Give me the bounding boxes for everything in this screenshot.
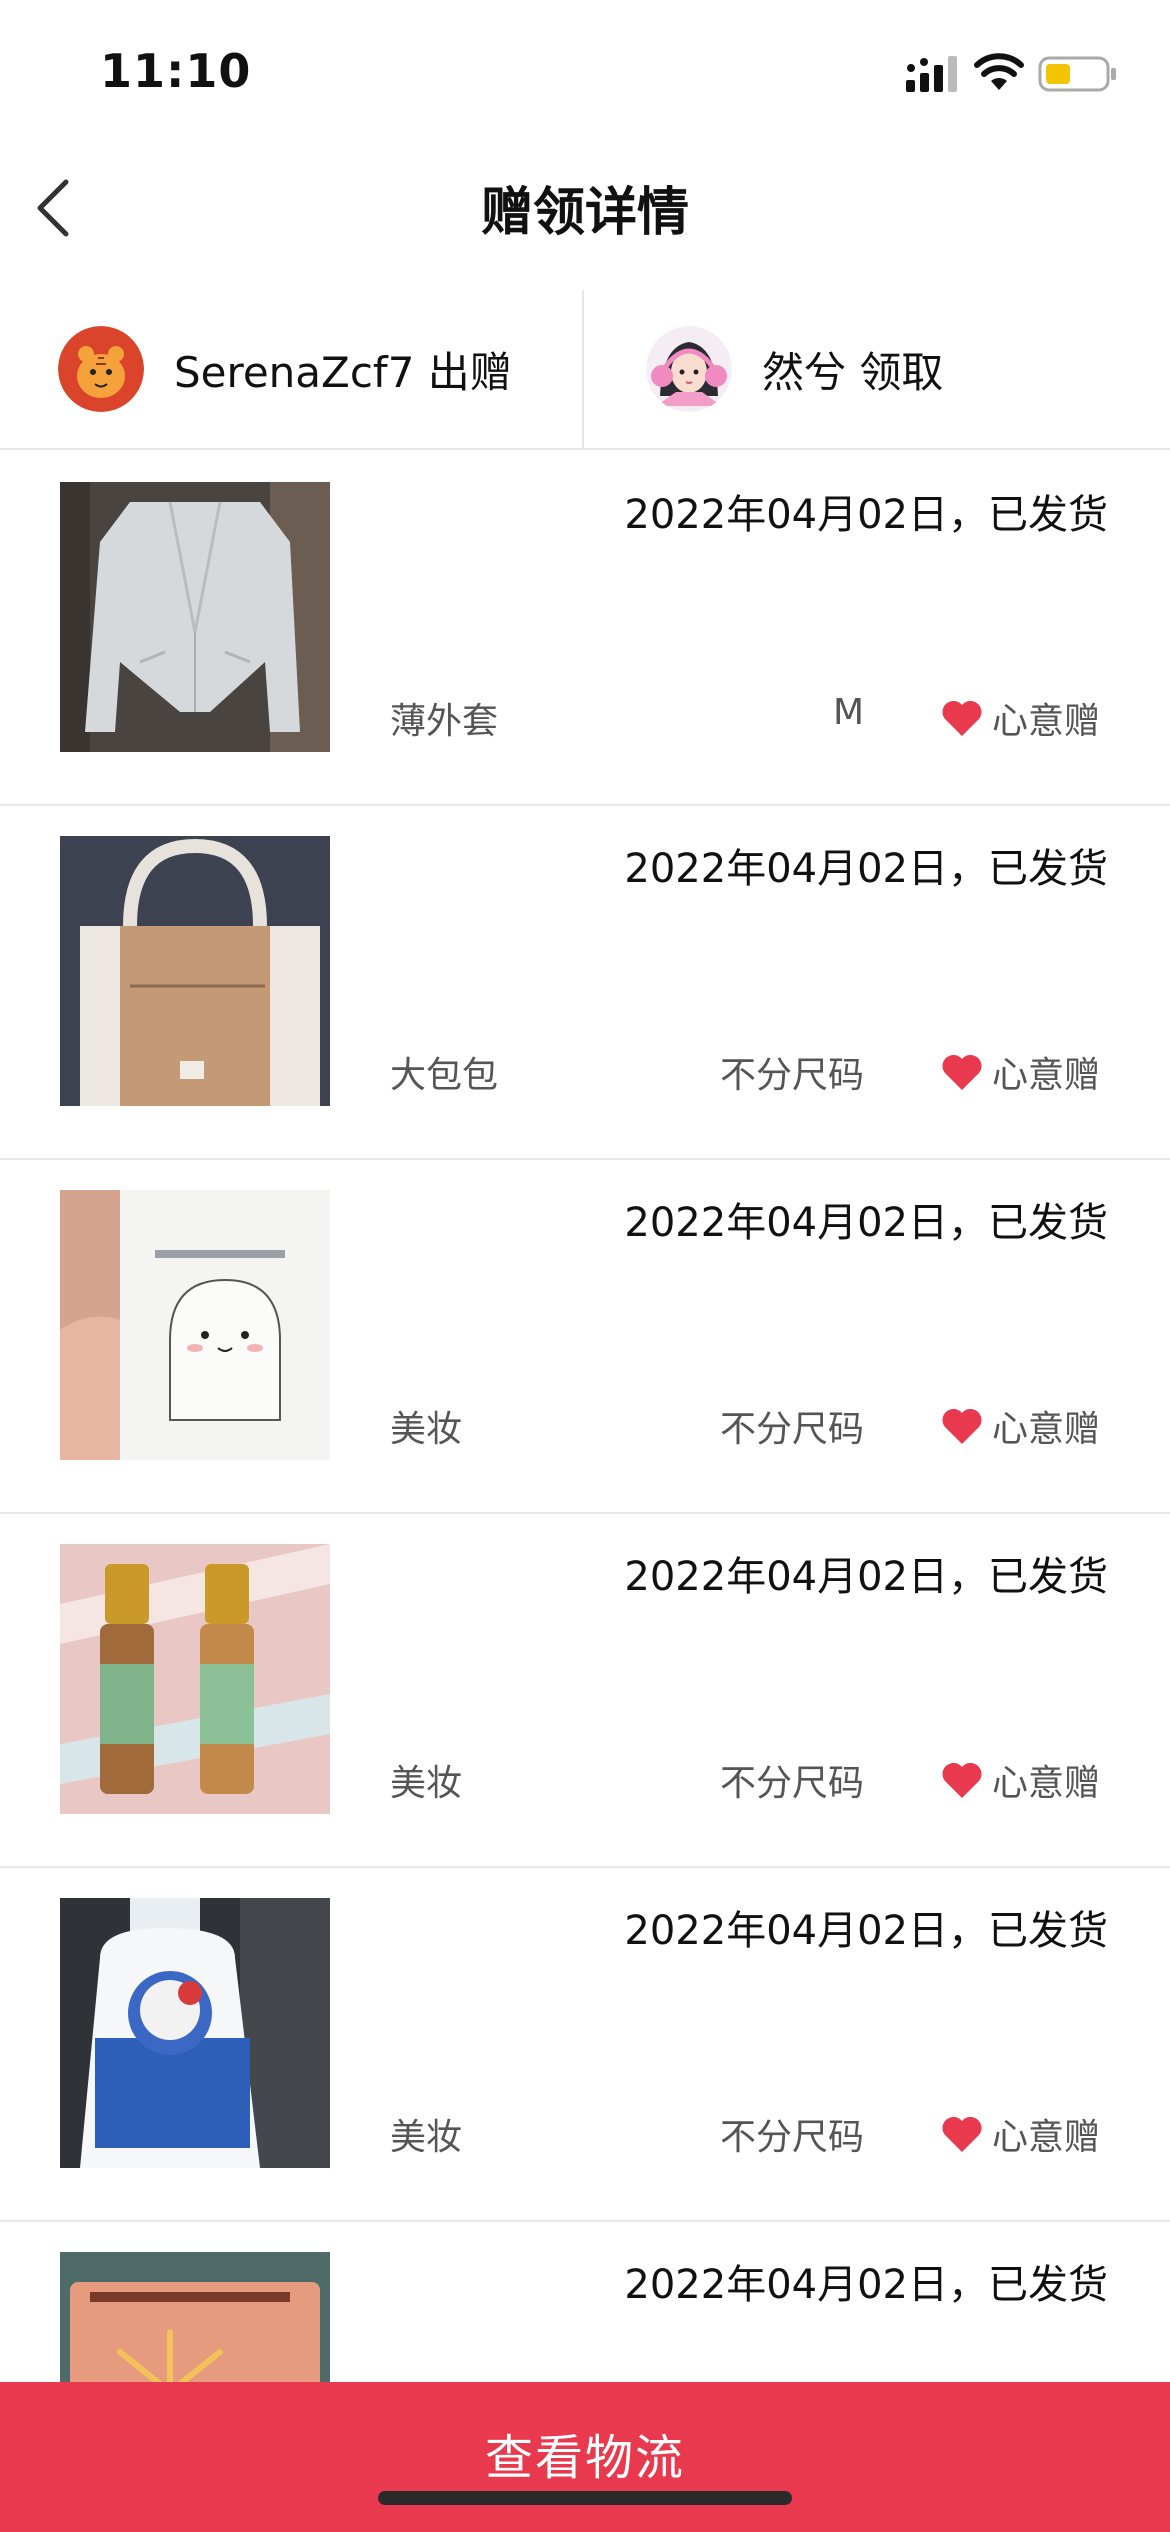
receiver-cell[interactable]: 然兮 领取 [586, 290, 1170, 448]
item-size: 不分尺码 [719, 1763, 864, 1804]
status-time: 11:10 [100, 44, 252, 98]
heart-icon [942, 1408, 982, 1444]
gift-item-list: 2022年04月02日，已发货 薄外套 M 心意赠 2022年04月02日，已发… [0, 452, 1170, 2532]
item-ship-date: 2022年04月02日，已发货 [624, 1554, 1108, 1600]
navigation-bar: 赠领详情 [0, 150, 1170, 290]
item-photo-makeup-wipe[interactable] [60, 1190, 330, 1460]
heart-icon [942, 700, 982, 736]
item-gift-tag: 心意赠 [940, 1046, 1100, 1098]
heart-icon [942, 2116, 982, 2152]
item-gift-tag: 心意赠 [940, 692, 1100, 744]
view-logistics-label: 查看物流 [484, 2430, 685, 2486]
gift-item-row[interactable]: 2022年04月02日，已发货 美妆 不分尺码 心意赠 [0, 1868, 1170, 2222]
gift-item-row[interactable]: 2022年04月02日，已发货 美妆 不分尺码 心意赠 [0, 1514, 1170, 1868]
gift-item-row[interactable]: 2022年04月02日，已发货 薄外套 M 心意赠 [0, 452, 1170, 806]
battery-icon [1038, 56, 1116, 92]
item-gift-tag: 心意赠 [940, 2108, 1100, 2160]
item-name: 美妆 [390, 1409, 463, 1450]
item-ship-date: 2022年04月02日，已发货 [624, 492, 1108, 538]
giver-cell[interactable]: SerenaZcf7 出赠 [0, 290, 584, 448]
item-tag-label: 心意赠 [991, 1409, 1100, 1450]
item-tag-label: 心意赠 [991, 701, 1100, 742]
status-bar: 11:10 [0, 0, 1170, 150]
item-gift-tag: 心意赠 [940, 1400, 1100, 1452]
gift-item-row[interactable]: 2022年04月02日，已发货 大包包 不分尺码 心意赠 [0, 806, 1170, 1160]
item-size: 不分尺码 [719, 2117, 864, 2158]
item-photo-lotion-bottle[interactable] [60, 1898, 330, 2168]
item-ship-date: 2022年04月02日，已发货 [624, 846, 1108, 892]
item-photo-bag[interactable] [60, 836, 330, 1106]
view-logistics-button[interactable]: 查看物流 [0, 2382, 1170, 2532]
item-size: 不分尺码 [719, 1409, 864, 1450]
receiver-avatar[interactable] [646, 326, 732, 412]
gift-users-header: SerenaZcf7 出赠 然兮 领取 [0, 290, 1170, 450]
item-ship-date: 2022年04月02日，已发货 [624, 1908, 1108, 1954]
heart-icon [942, 1054, 982, 1090]
item-ship-date: 2022年04月02日，已发货 [624, 1200, 1108, 1246]
item-size: M [832, 692, 864, 733]
item-tag-label: 心意赠 [991, 1763, 1100, 1804]
item-name: 大包包 [390, 1055, 499, 1096]
giver-label: SerenaZcf7 出赠 [174, 347, 512, 397]
item-photo-jacket[interactable] [60, 482, 330, 752]
item-tag-label: 心意赠 [991, 1055, 1100, 1096]
item-name: 薄外套 [390, 701, 499, 742]
page-title: 赠领详情 [480, 183, 689, 243]
item-ship-date: 2022年04月02日，已发货 [624, 2262, 1108, 2308]
heart-icon [942, 1762, 982, 1798]
item-tag-label: 心意赠 [991, 2117, 1100, 2158]
item-name: 美妆 [390, 1763, 463, 1804]
receiver-label: 然兮 领取 [762, 347, 944, 397]
home-indicator[interactable] [378, 2491, 792, 2505]
wifi-icon [974, 53, 1024, 90]
item-name: 美妆 [390, 2117, 463, 2158]
gift-item-row[interactable]: 2022年04月02日，已发货 美妆 不分尺码 心意赠 [0, 1160, 1170, 1514]
item-size: 不分尺码 [719, 1055, 864, 1096]
item-gift-tag: 心意赠 [940, 1754, 1100, 1806]
cellular-signal-icon [906, 56, 957, 92]
giver-avatar[interactable] [58, 326, 144, 412]
item-photo-perfume-rollers[interactable] [60, 1544, 330, 1814]
